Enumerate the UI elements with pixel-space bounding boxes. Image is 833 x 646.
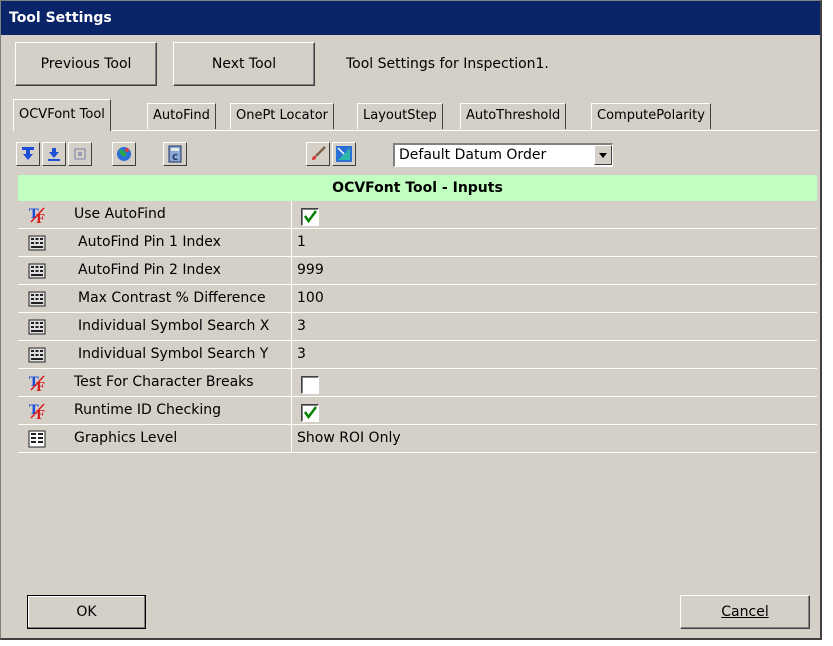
move-down-icon[interactable]: [16, 142, 40, 166]
next-tool-button[interactable]: Next Tool: [173, 42, 315, 86]
property-label: AutoFind Pin 2 Index: [78, 262, 221, 278]
property-label: Use AutoFind: [74, 206, 166, 222]
globe-icon[interactable]: [112, 142, 136, 166]
property-row[interactable]: AutoFind Pin 1 Index 1: [18, 229, 817, 257]
svg-text:F: F: [36, 212, 45, 224]
keypad-icon: [28, 347, 46, 363]
boolean-icon: TF: [29, 207, 45, 224]
property-label: Individual Symbol Search Y: [78, 346, 269, 362]
property-label: Test For Character Breaks: [74, 374, 254, 390]
ruler-icon[interactable]: [332, 142, 356, 166]
property-row[interactable]: TF Runtime ID Checking: [18, 397, 817, 425]
property-value[interactable]: 1: [297, 229, 306, 257]
previous-tool-button[interactable]: Previous Tool: [15, 42, 157, 86]
property-row[interactable]: TF Test For Character Breaks: [18, 369, 817, 397]
list-icon: [28, 430, 46, 448]
keypad-icon: [28, 291, 46, 307]
tab-onept-locator[interactable]: OnePt Locator: [230, 103, 335, 129]
datum-order-value: Default Datum Order: [399, 147, 547, 163]
toolbar: C Default Datum Order: [16, 140, 816, 170]
property-row[interactable]: Individual Symbol Search Y 3: [18, 341, 817, 369]
tab-computepolarity[interactable]: ComputePolarity: [591, 103, 711, 129]
cancel-label: Cancel: [721, 604, 769, 620]
move-to-bottom-icon[interactable]: [42, 142, 66, 166]
property-value[interactable]: Show ROI Only: [297, 425, 401, 453]
property-label: Runtime ID Checking: [74, 402, 221, 418]
title-bar: Tool Settings: [1, 1, 820, 35]
use-autofind-checkbox[interactable]: [301, 208, 319, 226]
property-value[interactable]: 999: [297, 257, 324, 285]
test-character-breaks-checkbox[interactable]: [301, 376, 319, 394]
boolean-icon: TF: [29, 375, 45, 392]
calculator-icon[interactable]: C: [163, 142, 187, 166]
tab-autothreshold[interactable]: AutoThreshold: [460, 103, 567, 129]
property-label: Graphics Level: [74, 430, 178, 446]
brush-icon[interactable]: [306, 142, 330, 166]
property-value[interactable]: 100: [297, 285, 324, 313]
property-label: Max Contrast % Difference: [78, 290, 266, 306]
tab-layoutstep[interactable]: LayoutStep: [357, 103, 443, 129]
tab-strip: OCVFont Tool AutoFind OnePt Locator Layo…: [13, 99, 813, 131]
ok-button[interactable]: OK: [27, 595, 146, 629]
tool-settings-info: Tool Settings for Inspection1.: [346, 56, 549, 72]
boolean-icon: TF: [29, 403, 45, 420]
disabled-icon[interactable]: [68, 142, 92, 166]
property-row[interactable]: Max Contrast % Difference 100: [18, 285, 817, 313]
keypad-icon: [28, 319, 46, 335]
property-value[interactable]: 3: [297, 341, 306, 369]
keypad-icon: [28, 235, 46, 251]
tab-autofind[interactable]: AutoFind: [147, 103, 216, 129]
chevron-down-icon[interactable]: [594, 145, 612, 165]
keypad-icon: [28, 263, 46, 279]
svg-text:C: C: [172, 153, 178, 162]
tab-ocvfont-tool[interactable]: OCVFont Tool: [13, 99, 111, 131]
runtime-id-checkbox[interactable]: [301, 404, 319, 422]
property-value[interactable]: 3: [297, 313, 306, 341]
tool-settings-window: Tool Settings Previous Tool Next Tool To…: [0, 0, 822, 640]
property-row[interactable]: Individual Symbol Search X 3: [18, 313, 817, 341]
cancel-button[interactable]: Cancel: [680, 595, 810, 629]
property-label: AutoFind Pin 1 Index: [78, 234, 221, 250]
datum-order-select[interactable]: Default Datum Order: [393, 143, 613, 167]
property-row[interactable]: Graphics Level Show ROI Only: [18, 425, 817, 453]
property-row[interactable]: AutoFind Pin 2 Index 999: [18, 257, 817, 285]
svg-text:F: F: [36, 408, 45, 420]
property-row[interactable]: TF Use AutoFind: [18, 201, 817, 229]
tab-underline: [13, 130, 818, 131]
inputs-grid: OCVFont Tool - Inputs TF Use AutoFind Au…: [18, 175, 817, 567]
property-label: Individual Symbol Search X: [78, 318, 270, 334]
grid-header: OCVFont Tool - Inputs: [18, 175, 817, 201]
svg-text:F: F: [36, 380, 45, 392]
